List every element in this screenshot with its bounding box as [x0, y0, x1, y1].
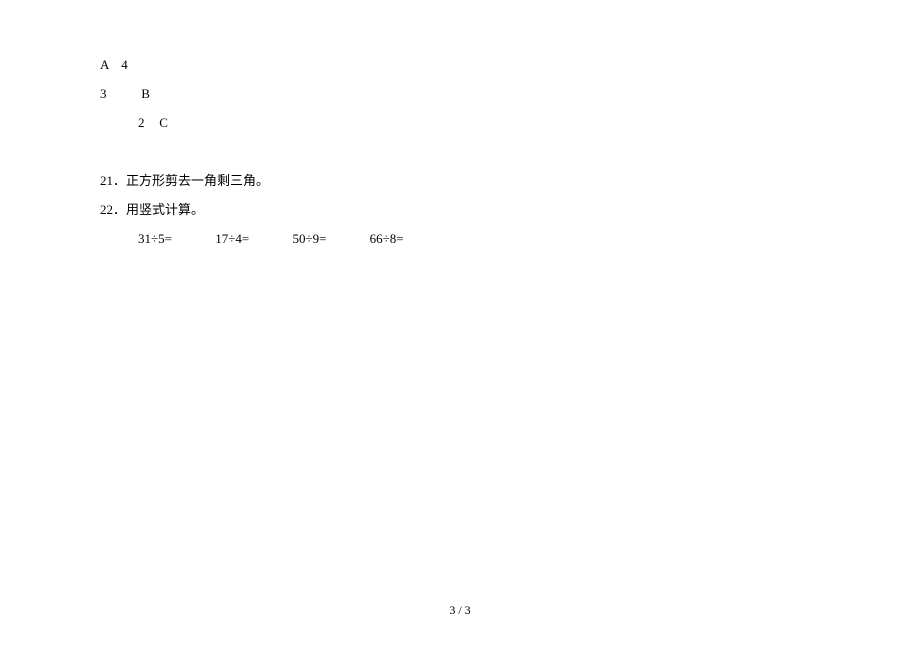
answer-value-4: 4	[121, 57, 128, 72]
equation-2: 17÷4=	[215, 229, 249, 250]
equation-3: 50÷9=	[292, 229, 326, 250]
question-22: 22．用竖式计算。	[100, 200, 820, 221]
question-21: 21．正方形剪去一角剩三角。	[100, 171, 820, 192]
equation-row: 31÷5= 17÷4= 50÷9= 66÷8=	[138, 229, 820, 250]
answer-letter-b: B	[141, 86, 150, 101]
question-21-number: 21．	[100, 173, 126, 188]
question-22-text: 用竖式计算。	[126, 202, 204, 217]
page-number: 3 / 3	[0, 601, 920, 620]
answer-letter-a: A	[100, 55, 118, 76]
answer-row-c: 2 C	[138, 113, 820, 134]
answer-row-a: A 4	[100, 55, 820, 76]
equation-4: 66÷8=	[370, 229, 404, 250]
answer-row-b: 3 B	[100, 84, 820, 105]
equation-1: 31÷5=	[138, 229, 172, 250]
answer-value-2: 2	[138, 113, 156, 134]
answer-letter-c: C	[159, 115, 168, 130]
answer-value-3: 3	[100, 84, 138, 105]
question-21-text: 正方形剪去一角剩三角。	[126, 173, 269, 188]
question-22-number: 22．	[100, 202, 126, 217]
